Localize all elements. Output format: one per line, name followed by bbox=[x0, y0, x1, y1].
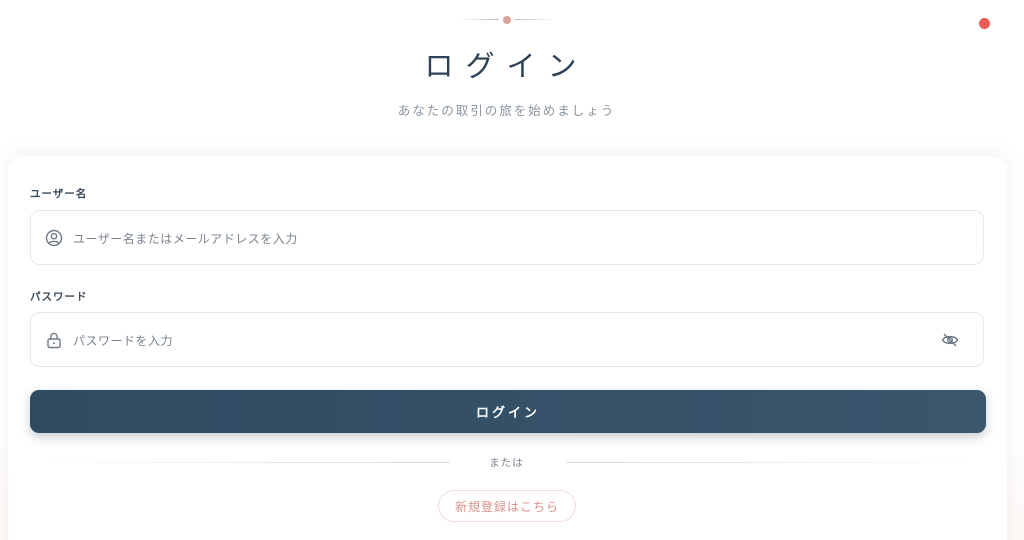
ornament-dot bbox=[503, 16, 511, 24]
page-title: ログイン bbox=[424, 49, 589, 83]
password-label: パスワード bbox=[30, 291, 88, 303]
password-field[interactable]: パスワードを入力 bbox=[30, 312, 984, 367]
username-placeholder: ユーザー名またはメールアドレスを入力 bbox=[73, 232, 298, 246]
ornament-line-left bbox=[459, 19, 499, 20]
divider-right bbox=[566, 462, 986, 463]
status-dot bbox=[979, 18, 990, 29]
password-placeholder: パスワードを入力 bbox=[73, 334, 174, 348]
username-label: ユーザー名 bbox=[30, 188, 88, 200]
page-subtitle: あなたの取引の旅を始めましょう bbox=[397, 103, 616, 118]
header-ornament bbox=[457, 14, 557, 26]
user-circle-icon bbox=[45, 229, 63, 247]
eye-off-icon[interactable] bbox=[941, 332, 959, 348]
login-button[interactable]: ログイン bbox=[30, 390, 986, 433]
username-field[interactable]: ユーザー名またはメールアドレスを入力 bbox=[30, 210, 984, 265]
ornament-line-right bbox=[515, 19, 555, 20]
login-page: ログイン あなたの取引の旅を始めましょう ユーザー名 ユーザー名またはメールアド… bbox=[0, 0, 1024, 540]
lock-icon bbox=[45, 331, 63, 349]
register-button[interactable]: 新規登録はこちら bbox=[438, 490, 576, 522]
